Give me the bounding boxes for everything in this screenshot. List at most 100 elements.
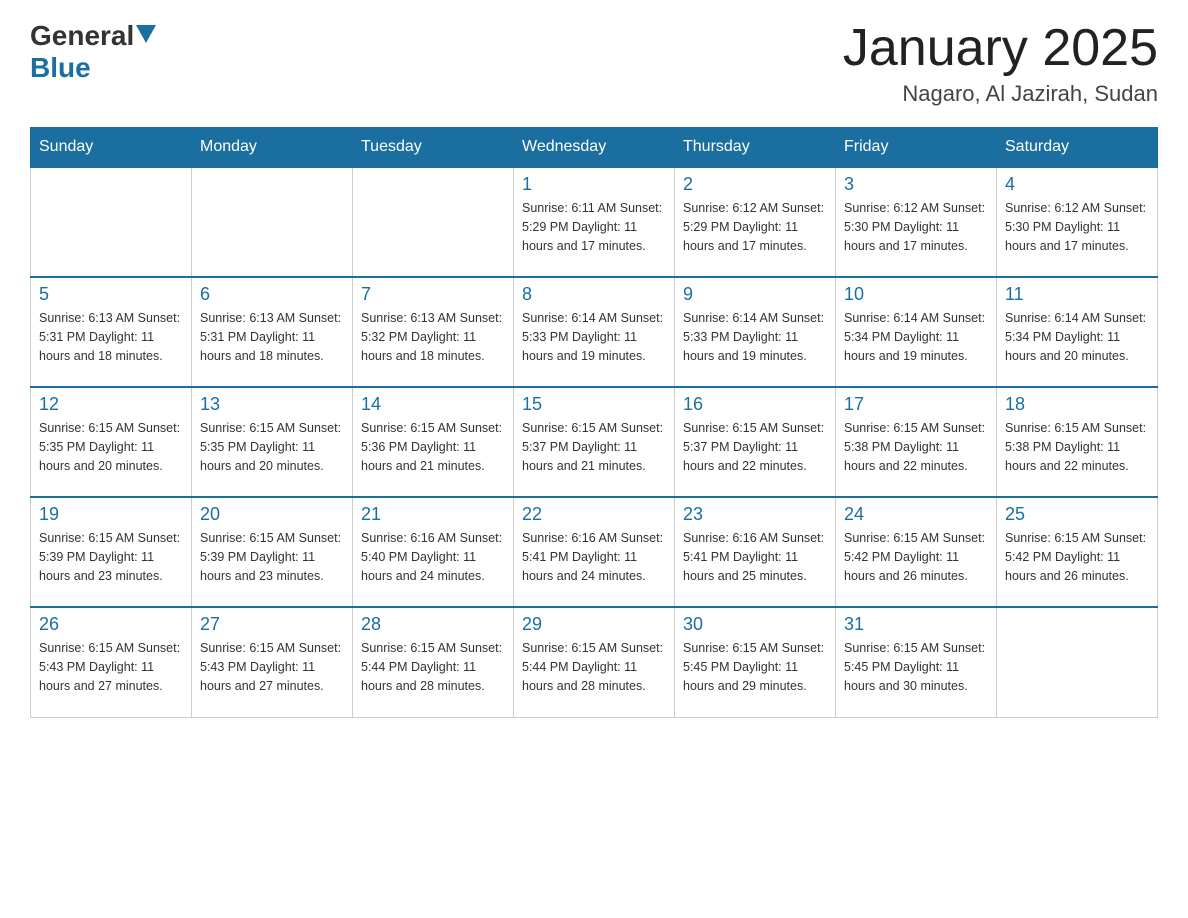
day-info: Sunrise: 6:15 AM Sunset: 5:37 PM Dayligh… [522, 419, 666, 475]
day-number: 24 [844, 504, 988, 525]
day-info: Sunrise: 6:15 AM Sunset: 5:36 PM Dayligh… [361, 419, 505, 475]
calendar-cell: 24 Sunrise: 6:15 AM Sunset: 5:42 PM Dayli… [836, 497, 997, 607]
day-info: Sunrise: 6:16 AM Sunset: 5:40 PM Dayligh… [361, 529, 505, 585]
day-info: Sunrise: 6:15 AM Sunset: 5:42 PM Dayligh… [844, 529, 988, 585]
calendar-cell [192, 167, 353, 277]
calendar-day-header: Saturday [997, 128, 1158, 168]
day-info: Sunrise: 6:15 AM Sunset: 5:39 PM Dayligh… [39, 529, 183, 585]
page-header: General Blue January 2025 Nagaro, Al Jaz… [30, 20, 1158, 107]
calendar-day-header: Sunday [31, 128, 192, 168]
day-info: Sunrise: 6:14 AM Sunset: 5:33 PM Dayligh… [683, 309, 827, 365]
day-info: Sunrise: 6:16 AM Sunset: 5:41 PM Dayligh… [683, 529, 827, 585]
day-info: Sunrise: 6:15 AM Sunset: 5:38 PM Dayligh… [844, 419, 988, 475]
day-number: 18 [1005, 394, 1149, 415]
day-number: 6 [200, 284, 344, 305]
calendar-cell: 29Sunrise: 6:15 AM Sunset: 5:44 PM Dayli… [514, 607, 675, 717]
calendar-cell: 10 Sunrise: 6:14 AM Sunset: 5:34 PM Dayli… [836, 277, 997, 387]
day-number: 13 [200, 394, 344, 415]
calendar-cell: 2 Sunrise: 6:12 AM Sunset: 5:29 PM Daylig… [675, 167, 836, 277]
calendar-week-row: 5 Sunrise: 6:13 AM Sunset: 5:31 PM Daylig… [31, 277, 1158, 387]
calendar-cell: 26 Sunrise: 6:15 AM Sunset: 5:43 PM Dayli… [31, 607, 192, 717]
calendar-cell: 25 Sunrise: 6:15 AM Sunset: 5:42 PM Dayli… [997, 497, 1158, 607]
day-number: 14 [361, 394, 505, 415]
calendar-cell: 1 Sunrise: 6:11 AM Sunset: 5:29 PM Daylig… [514, 167, 675, 277]
calendar-cell: 4Sunrise: 6:12 AM Sunset: 5:30 PM Daylig… [997, 167, 1158, 277]
day-info: Sunrise: 6:14 AM Sunset: 5:34 PM Dayligh… [844, 309, 988, 365]
day-number: 2 [683, 174, 827, 195]
day-number: 10 [844, 284, 988, 305]
calendar-day-header: Tuesday [353, 128, 514, 168]
day-number: 19 [39, 504, 183, 525]
title-section: January 2025 Nagaro, Al Jazirah, Sudan [843, 20, 1158, 107]
calendar-cell: 7 Sunrise: 6:13 AM Sunset: 5:32 PM Daylig… [353, 277, 514, 387]
day-info: Sunrise: 6:14 AM Sunset: 5:34 PM Dayligh… [1005, 309, 1149, 365]
day-number: 20 [200, 504, 344, 525]
calendar-cell [353, 167, 514, 277]
logo-blue-text: Blue [30, 52, 91, 83]
calendar-cell: 27 Sunrise: 6:15 AM Sunset: 5:43 PM Dayli… [192, 607, 353, 717]
calendar-week-row: 1 Sunrise: 6:11 AM Sunset: 5:29 PM Daylig… [31, 167, 1158, 277]
day-number: 26 [39, 614, 183, 635]
calendar-day-header: Monday [192, 128, 353, 168]
day-info: Sunrise: 6:15 AM Sunset: 5:37 PM Dayligh… [683, 419, 827, 475]
calendar-cell: 6Sunrise: 6:13 AM Sunset: 5:31 PM Daylig… [192, 277, 353, 387]
day-info: Sunrise: 6:11 AM Sunset: 5:29 PM Dayligh… [522, 199, 666, 255]
day-number: 1 [522, 174, 666, 195]
day-info: Sunrise: 6:15 AM Sunset: 5:42 PM Dayligh… [1005, 529, 1149, 585]
day-info: Sunrise: 6:13 AM Sunset: 5:32 PM Dayligh… [361, 309, 505, 365]
day-info: Sunrise: 6:13 AM Sunset: 5:31 PM Dayligh… [39, 309, 183, 365]
calendar-cell: 3 Sunrise: 6:12 AM Sunset: 5:30 PM Daylig… [836, 167, 997, 277]
calendar-cell: 22Sunrise: 6:16 AM Sunset: 5:41 PM Dayli… [514, 497, 675, 607]
day-info: Sunrise: 6:12 AM Sunset: 5:30 PM Dayligh… [844, 199, 988, 255]
calendar-header-row: SundayMondayTuesdayWednesdayThursdayFrid… [31, 128, 1158, 168]
day-info: Sunrise: 6:12 AM Sunset: 5:29 PM Dayligh… [683, 199, 827, 255]
day-number: 12 [39, 394, 183, 415]
calendar-cell: 31Sunrise: 6:15 AM Sunset: 5:45 PM Dayli… [836, 607, 997, 717]
day-number: 23 [683, 504, 827, 525]
calendar-cell: 15 Sunrise: 6:15 AM Sunset: 5:37 PM Dayli… [514, 387, 675, 497]
calendar-cell: 18 Sunrise: 6:15 AM Sunset: 5:38 PM Dayli… [997, 387, 1158, 497]
logo: General Blue [30, 20, 158, 84]
day-number: 25 [1005, 504, 1149, 525]
calendar-cell: 8 Sunrise: 6:14 AM Sunset: 5:33 PM Daylig… [514, 277, 675, 387]
day-info: Sunrise: 6:15 AM Sunset: 5:38 PM Dayligh… [1005, 419, 1149, 475]
day-number: 27 [200, 614, 344, 635]
calendar-cell: 16 Sunrise: 6:15 AM Sunset: 5:37 PM Dayli… [675, 387, 836, 497]
day-number: 30 [683, 614, 827, 635]
logo-arrow-icon [136, 25, 156, 43]
day-number: 15 [522, 394, 666, 415]
day-info: Sunrise: 6:15 AM Sunset: 5:43 PM Dayligh… [200, 639, 344, 695]
day-info: Sunrise: 6:15 AM Sunset: 5:44 PM Dayligh… [361, 639, 505, 695]
calendar-cell: 11 Sunrise: 6:14 AM Sunset: 5:34 PM Dayli… [997, 277, 1158, 387]
day-info: Sunrise: 6:15 AM Sunset: 5:35 PM Dayligh… [200, 419, 344, 475]
calendar-cell: 14 Sunrise: 6:15 AM Sunset: 5:36 PM Dayli… [353, 387, 514, 497]
calendar-cell: 30Sunrise: 6:15 AM Sunset: 5:45 PM Dayli… [675, 607, 836, 717]
calendar-cell: 23 Sunrise: 6:16 AM Sunset: 5:41 PM Dayli… [675, 497, 836, 607]
day-number: 8 [522, 284, 666, 305]
day-number: 9 [683, 284, 827, 305]
calendar-cell: 19 Sunrise: 6:15 AM Sunset: 5:39 PM Dayli… [31, 497, 192, 607]
day-info: Sunrise: 6:16 AM Sunset: 5:41 PM Dayligh… [522, 529, 666, 585]
calendar-cell: 12 Sunrise: 6:15 AM Sunset: 5:35 PM Dayli… [31, 387, 192, 497]
day-number: 5 [39, 284, 183, 305]
calendar-cell [31, 167, 192, 277]
calendar-week-row: 12 Sunrise: 6:15 AM Sunset: 5:35 PM Dayli… [31, 387, 1158, 497]
calendar-cell: 20Sunrise: 6:15 AM Sunset: 5:39 PM Dayli… [192, 497, 353, 607]
calendar-week-row: 26 Sunrise: 6:15 AM Sunset: 5:43 PM Dayli… [31, 607, 1158, 717]
month-title: January 2025 [843, 20, 1158, 77]
day-number: 17 [844, 394, 988, 415]
day-number: 11 [1005, 284, 1149, 305]
day-number: 16 [683, 394, 827, 415]
day-number: 7 [361, 284, 505, 305]
logo-general-text: General [30, 20, 134, 52]
day-info: Sunrise: 6:15 AM Sunset: 5:43 PM Dayligh… [39, 639, 183, 695]
location: Nagaro, Al Jazirah, Sudan [843, 81, 1158, 107]
day-info: Sunrise: 6:14 AM Sunset: 5:33 PM Dayligh… [522, 309, 666, 365]
calendar-cell: 17 Sunrise: 6:15 AM Sunset: 5:38 PM Dayli… [836, 387, 997, 497]
calendar-day-header: Wednesday [514, 128, 675, 168]
day-number: 3 [844, 174, 988, 195]
calendar-cell: 9 Sunrise: 6:14 AM Sunset: 5:33 PM Daylig… [675, 277, 836, 387]
calendar-cell: 28Sunrise: 6:15 AM Sunset: 5:44 PM Dayli… [353, 607, 514, 717]
calendar-week-row: 19 Sunrise: 6:15 AM Sunset: 5:39 PM Dayli… [31, 497, 1158, 607]
day-info: Sunrise: 6:15 AM Sunset: 5:35 PM Dayligh… [39, 419, 183, 475]
